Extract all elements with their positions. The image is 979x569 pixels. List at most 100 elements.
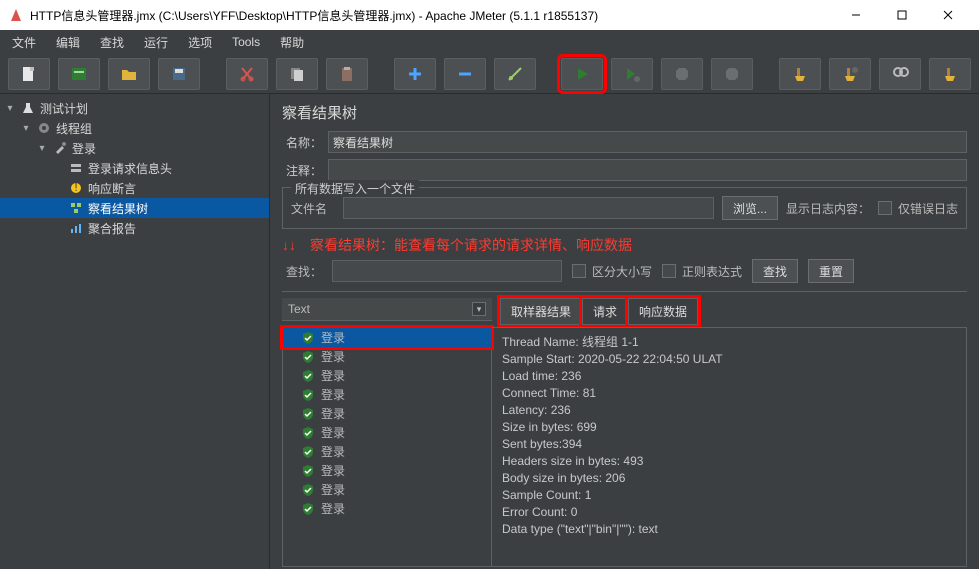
name-input[interactable] xyxy=(328,131,967,153)
result-row[interactable]: 登录 xyxy=(283,480,491,499)
menu-tools[interactable]: Tools xyxy=(224,33,268,51)
dropper-icon xyxy=(52,140,68,156)
tree-item-label: 登录请求信息头 xyxy=(88,160,172,177)
app-icon xyxy=(8,7,24,23)
open-button[interactable] xyxy=(108,58,150,90)
paste-button[interactable] xyxy=(326,58,368,90)
tree-icon xyxy=(68,200,84,216)
write-results-fieldset: 所有数据写入一个文件 文件名 浏览... 显示日志内容： 仅错误日志 xyxy=(282,187,967,229)
svg-text:!: ! xyxy=(74,181,77,194)
tree-item-headers[interactable]: 登录请求信息头 xyxy=(0,158,269,178)
tree-toggle-icon[interactable]: ▾ xyxy=(4,103,16,114)
tree-item-assert[interactable]: ! 响应断言 xyxy=(0,178,269,198)
expand-button[interactable] xyxy=(394,58,436,90)
result-row[interactable]: 登录 xyxy=(283,366,491,385)
result-row[interactable]: 登录 xyxy=(283,385,491,404)
success-shield-icon xyxy=(301,445,315,459)
toolbar xyxy=(0,54,979,94)
detail-line: Latency: 236 xyxy=(502,402,956,419)
result-row[interactable]: 登录 xyxy=(283,499,491,518)
tree-item-report[interactable]: 聚合报告 xyxy=(0,218,269,238)
start-no-pause-button[interactable] xyxy=(611,58,653,90)
tree-toggle-icon[interactable]: ▾ xyxy=(36,143,48,154)
tree-item-label: 察看结果树 xyxy=(88,200,148,217)
result-row[interactable]: 登录 xyxy=(283,347,491,366)
report-icon xyxy=(68,220,84,236)
clear-all-button[interactable] xyxy=(829,58,871,90)
name-label: 名称： xyxy=(282,134,322,151)
tab-response-data[interactable]: 响应数据 xyxy=(628,298,698,325)
menu-search[interactable]: 查找 xyxy=(92,32,132,53)
result-row[interactable]: 登录 xyxy=(283,404,491,423)
result-row-label: 登录 xyxy=(321,462,345,479)
tree-item-dropper[interactable]: ▾登录 xyxy=(0,138,269,158)
result-row-label: 登录 xyxy=(321,329,345,346)
tree-item-label: 线程组 xyxy=(56,120,92,137)
detail-line: Error Count: 0 xyxy=(502,504,956,521)
search-label: 查找： xyxy=(282,263,322,280)
cut-button[interactable] xyxy=(226,58,268,90)
menu-run[interactable]: 运行 xyxy=(136,32,176,53)
clear-button[interactable] xyxy=(779,58,821,90)
tab-request[interactable]: 请求 xyxy=(582,298,628,325)
detail-line: Connect Time: 81 xyxy=(502,385,956,402)
headers-icon xyxy=(68,160,84,176)
menu-help[interactable]: 帮助 xyxy=(272,32,312,53)
tree-item-flask[interactable]: ▾测试计划 xyxy=(0,98,269,118)
minimize-button[interactable] xyxy=(833,0,879,30)
toggle-button[interactable] xyxy=(494,58,536,90)
stop-button[interactable] xyxy=(661,58,703,90)
menu-file[interactable]: 文件 xyxy=(4,32,44,53)
success-shield-icon xyxy=(301,483,315,497)
detail-line: Sent bytes:394 xyxy=(502,436,956,453)
menu-options[interactable]: 选项 xyxy=(180,32,220,53)
tree-item-label: 聚合报告 xyxy=(88,220,136,237)
test-plan-tree[interactable]: ▾测试计划▾线程组▾登录登录请求信息头!响应断言察看结果树聚合报告 xyxy=(0,94,270,569)
success-shield-icon xyxy=(301,426,315,440)
result-row-label: 登录 xyxy=(321,386,345,403)
collapse-button[interactable] xyxy=(444,58,486,90)
comment-input[interactable] xyxy=(328,159,967,181)
result-row[interactable]: 登录 xyxy=(283,328,491,347)
start-button[interactable] xyxy=(561,58,603,90)
result-row[interactable]: 登录 xyxy=(283,461,491,480)
search-button-toolbar[interactable] xyxy=(879,58,921,90)
reset-search-button[interactable] xyxy=(929,58,971,90)
assert-icon: ! xyxy=(68,180,84,196)
copy-button[interactable] xyxy=(276,58,318,90)
browse-button[interactable]: 浏览... xyxy=(722,196,778,220)
renderer-dropdown[interactable]: ▾ xyxy=(472,302,486,316)
result-row[interactable]: 登录 xyxy=(283,423,491,442)
gear-icon xyxy=(36,120,52,136)
filename-input[interactable] xyxy=(343,197,714,219)
new-button[interactable] xyxy=(8,58,50,90)
tree-toggle-icon[interactable]: ▾ xyxy=(20,123,32,134)
success-shield-icon xyxy=(301,331,315,345)
renderer-dropdown-label: Text xyxy=(288,302,310,316)
tree-item-tree[interactable]: 察看结果树 xyxy=(0,198,269,218)
tab-sampler-result[interactable]: 取样器结果 xyxy=(500,298,582,325)
save-button[interactable] xyxy=(158,58,200,90)
menu-edit[interactable]: 编辑 xyxy=(48,32,88,53)
result-row[interactable]: 登录 xyxy=(283,442,491,461)
comment-label: 注释： xyxy=(282,162,322,179)
reset-button[interactable]: 重置 xyxy=(808,259,854,283)
menubar: 文件 编辑 查找 运行 选项 Tools 帮助 xyxy=(0,30,979,54)
success-shield-icon xyxy=(301,407,315,421)
templates-button[interactable] xyxy=(58,58,100,90)
results-list[interactable]: 登录登录登录登录登录登录登录登录登录登录 xyxy=(282,327,492,567)
only-error-checkbox[interactable] xyxy=(878,201,892,215)
close-button[interactable] xyxy=(925,0,971,30)
regex-checkbox[interactable] xyxy=(662,264,676,278)
detail-line: Load time: 236 xyxy=(502,368,956,385)
search-button[interactable]: 查找 xyxy=(752,259,798,283)
success-shield-icon xyxy=(301,369,315,383)
tree-item-label: 响应断言 xyxy=(88,180,136,197)
maximize-button[interactable] xyxy=(879,0,925,30)
tree-item-gear[interactable]: ▾ 线程组 xyxy=(0,118,269,138)
detail-tabs: 取样器结果 请求 响应数据 xyxy=(500,298,698,325)
detail-line: Thread Name: 线程组 1-1 xyxy=(502,334,956,351)
search-input[interactable] xyxy=(332,260,562,282)
case-sensitive-checkbox[interactable] xyxy=(572,264,586,278)
shutdown-button[interactable] xyxy=(711,58,753,90)
